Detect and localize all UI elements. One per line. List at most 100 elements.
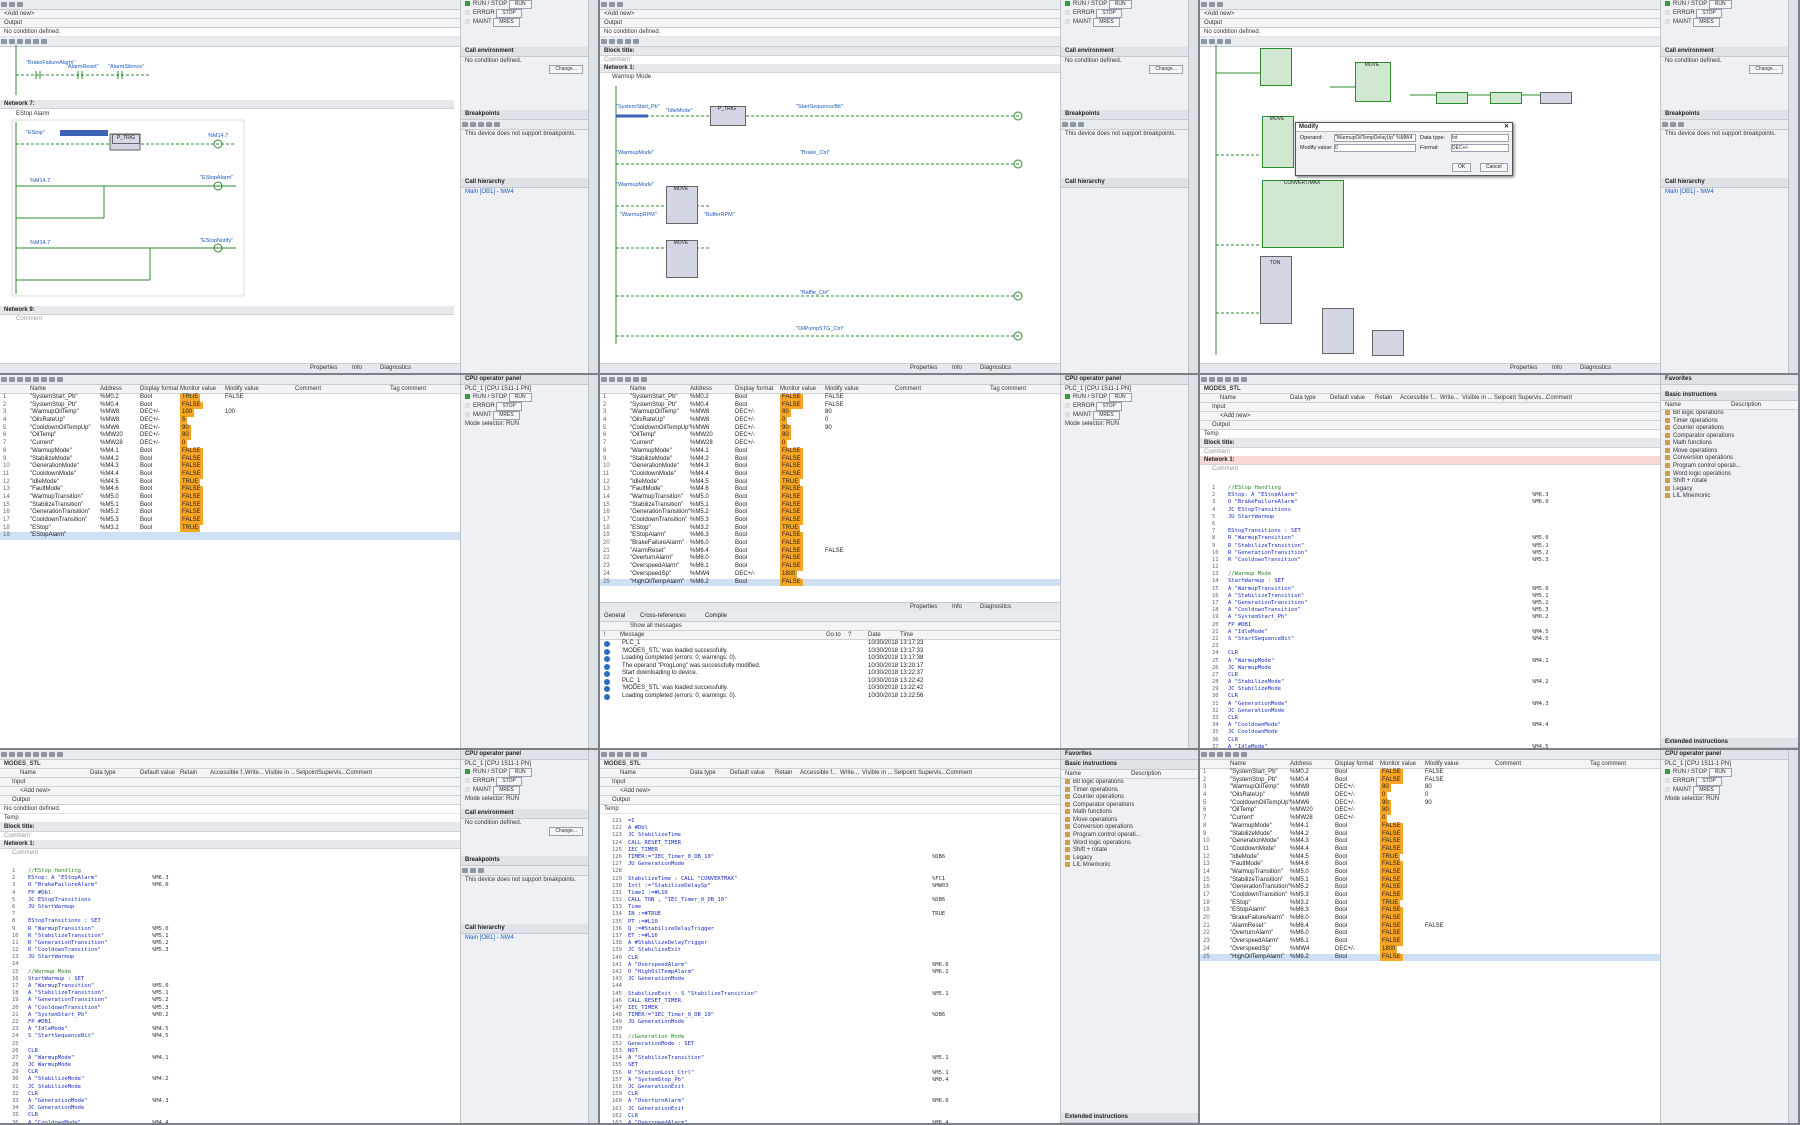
monitor-value[interactable]: TRUE [1380, 899, 1401, 908]
operand-field[interactable]: "WarmupOilTempDelayUp" %MW4 [1334, 134, 1416, 142]
data-type-field[interactable]: Int [1451, 134, 1509, 142]
instruction-folder[interactable]: Comparator operations [1661, 432, 1798, 441]
monitor-value[interactable]: 0 [1380, 792, 1388, 800]
watch-row[interactable]: 3 "WarmupOilTemp" %MW8 DEC+/- 100 100 [0, 409, 460, 418]
instruction-folder[interactable]: Program control operati... [1061, 832, 1198, 840]
watch-row[interactable]: 18 "EStop" %M3.2 Bool TRUE [1200, 899, 1660, 908]
monitor-value[interactable]: 80 [1380, 784, 1391, 793]
monitor-value[interactable]: FALSE [1380, 930, 1403, 939]
watch-row[interactable]: 8 "WarmupMode" %M4.1 Bool FALSE [0, 447, 460, 456]
monitor-value[interactable]: 5 [180, 417, 188, 425]
monitor-value[interactable]: 80 [1380, 807, 1391, 816]
code-line[interactable]: 28 JC WarmupMode [12, 1062, 452, 1069]
timer-box-2[interactable] [1322, 308, 1354, 354]
code-line[interactable]: 29 CLR [12, 1069, 452, 1076]
modify-value[interactable]: 90 [1425, 800, 1432, 808]
monitor-value[interactable]: 80 [780, 409, 791, 418]
code-line[interactable]: 139 JC StabilizeExit [612, 947, 1052, 954]
watch-row[interactable]: 1 "SystemStart_Pb" %M0.2 Bool FALSE FALSE [600, 394, 1060, 402]
code-line[interactable]: 26 CLR [12, 1048, 452, 1055]
instruction-folder[interactable]: Legacy [1061, 854, 1198, 863]
monitor-value[interactable]: TRUE [180, 394, 201, 402]
watch-row[interactable]: 5 "CooldownOilTempUp" %MW6 DEC+/- 90 90 [1200, 799, 1660, 808]
monitor-value[interactable]: FALSE [780, 578, 803, 587]
code-line[interactable]: 17 A "GenerationTransition" %M5.2 [1212, 600, 1652, 607]
code-line[interactable]: 33 CLR [1212, 715, 1652, 722]
monitor-value[interactable]: FALSE [1380, 907, 1403, 916]
code-line[interactable]: 31 A "GenerationMode" %M4.3 [1212, 701, 1652, 708]
modify-value-field[interactable]: 0 [1334, 144, 1416, 152]
monitor-value[interactable]: 0 [180, 440, 188, 448]
watch-row[interactable]: 16 "GenerationTransition" %M5.2 Bool FALSE [600, 509, 1060, 518]
modify-value[interactable]: FALSE [825, 394, 844, 402]
code-line[interactable]: 2 EStop: A "EStopAlarm" %M6.3 [12, 875, 452, 882]
code-line[interactable]: 126 TIMER:="IEC_Timer_0_DB_10" %DB6 [612, 854, 1052, 861]
instruction-folder[interactable]: Counter operations [1061, 794, 1198, 802]
watch-row[interactable]: 16 "GenerationTransition" %M5.2 Bool FALSE [0, 509, 460, 518]
message-row[interactable]: PLC_1 10/30/2018 13:22:42 [600, 678, 1060, 686]
code-line[interactable]: 133 Time [612, 904, 1052, 911]
monitor-value[interactable]: FALSE [1380, 838, 1403, 846]
tab-cross-references[interactable]: Cross-references [640, 613, 686, 619]
monitor-value[interactable]: FALSE [1380, 884, 1403, 893]
code-line[interactable]: 127 JU GenerationMode [612, 861, 1052, 868]
message-row[interactable]: The operand "ProgLong" was successfully … [600, 663, 1060, 671]
code-line[interactable]: 14 [12, 961, 452, 968]
monitor-value[interactable]: FALSE [1380, 769, 1403, 777]
code-line[interactable]: 143 JC GenerationMode [612, 976, 1052, 983]
instruction-folder[interactable]: LIL Mnemonic [1661, 493, 1798, 501]
watch-row[interactable]: 25 "HighOilTempAlarm" %M6.2 Bool FALSE [1200, 953, 1660, 962]
monitor-value[interactable]: 0 [1380, 815, 1388, 823]
monitor-value[interactable]: 100 [180, 409, 195, 418]
watch-row[interactable]: 2 "SystemStop_Pb" %M0.4 Bool FALSE FALSE [1200, 776, 1660, 785]
message-filter[interactable]: Show all messages [630, 622, 682, 630]
code-line[interactable]: 24 S "StartSequenceBit" %M4.5 [12, 1033, 452, 1040]
watch-row[interactable]: 23 "OverspeedAlarm" %M6.1 Bool FALSE [1200, 938, 1660, 946]
watch-row[interactable]: 9 "StabilizeMode" %M4.2 Bool FALSE [0, 455, 460, 464]
code-line[interactable]: 12 [1212, 564, 1652, 571]
watch-row[interactable]: 15 "StabilizeTransition" %M5.1 Bool FALSE [600, 501, 1060, 510]
code-line[interactable]: 122 A #Dbl [612, 825, 1052, 832]
monitor-value[interactable]: TRUE [780, 478, 801, 487]
watch-row[interactable]: 5 "CooldownOilTempUp" %MW6 DEC+/- 90 [0, 424, 460, 433]
code-line[interactable]: 9 R "StabilizeTransition" %M5.1 [1212, 543, 1652, 550]
code-line[interactable]: 26 JC WarmupMode [1212, 665, 1652, 672]
watch-row[interactable]: 22 "OverturnAlarm" %M6.0 Bool FALSE [1200, 930, 1660, 939]
close-icon[interactable]: ✕ [1504, 123, 1509, 131]
monitor-value[interactable]: FALSE [1380, 830, 1403, 839]
watch-row[interactable]: 1 "SystemStart_Pb" %M0.2 Bool FALSE FALSE [1200, 769, 1660, 777]
code-line[interactable]: 32 CLR [12, 1091, 452, 1098]
watch-row[interactable]: 5 "CooldownOilTempUp" %MW6 DEC+/- 90 90 [600, 424, 1060, 433]
watch-row[interactable]: 2 "SystemStop_Pb" %M0.4 Bool FALSE FALSE [600, 401, 1060, 410]
watch-row[interactable]: 6 "OilTemp" %MW20 DEC+/- 80 [600, 432, 1060, 441]
modify-value[interactable]: 90 [825, 425, 832, 433]
monitor-value[interactable]: 1800 [780, 570, 798, 579]
monitor-value[interactable]: FALSE [1380, 822, 1403, 831]
breakpoints-header[interactable]: Breakpoints [461, 110, 589, 120]
monitor-value[interactable]: FALSE [780, 486, 803, 494]
instruction-folder[interactable]: Math functions [1661, 440, 1798, 448]
code-line[interactable]: 19 A "SystemStart_Pb" %M0.2 [1212, 614, 1652, 621]
watch-row[interactable]: 25 "HighOilTempAlarm" %M6.2 Bool FALSE [600, 578, 1060, 587]
code-line[interactable]: 11 R "CooldownTransition" %M5.3 [1212, 557, 1652, 564]
watch-row[interactable]: 8 "WarmupMode" %M4.1 Bool FALSE [1200, 822, 1660, 831]
code-line[interactable]: 6 [1212, 521, 1652, 528]
instruction-folder[interactable]: Word logic operations [1661, 470, 1798, 479]
code-line[interactable]: 27 CLR [1212, 672, 1652, 679]
monitor-value[interactable]: FALSE [1380, 892, 1403, 900]
watch-row[interactable]: 15 "StabilizeTransition" %M5.1 Bool FALSE [0, 501, 460, 510]
move-box-c[interactable] [1262, 116, 1294, 168]
watch-row[interactable]: 3 "WarmupOilTemp" %MW8 DEC+/- 80 80 [600, 409, 1060, 418]
code-line[interactable]: 130 Intl :="StabilizeDelaySp" %MW03 [612, 883, 1052, 890]
stop-button[interactable]: STOP [496, 9, 522, 18]
mres-button[interactable]: MRES [493, 18, 520, 27]
monitor-value[interactable]: FALSE [1380, 876, 1403, 885]
code-line[interactable]: 27 A "WarmupMode" %M4.1 [12, 1055, 452, 1062]
watch-row[interactable]: 23 "OverspeedAlarm" %M6.1 Bool FALSE [600, 563, 1060, 571]
monitor-value[interactable]: TRUE [180, 478, 201, 487]
code-line[interactable]: 5 JC EStopTransitions [12, 897, 452, 904]
monitor-value[interactable]: FALSE [780, 470, 803, 479]
code-line[interactable]: 149 JU GenerationMode [612, 1019, 1052, 1026]
watch-row[interactable]: 11 "CooldownMode" %M4.4 Bool FALSE [600, 470, 1060, 479]
monitor-value[interactable]: FALSE [780, 455, 803, 464]
